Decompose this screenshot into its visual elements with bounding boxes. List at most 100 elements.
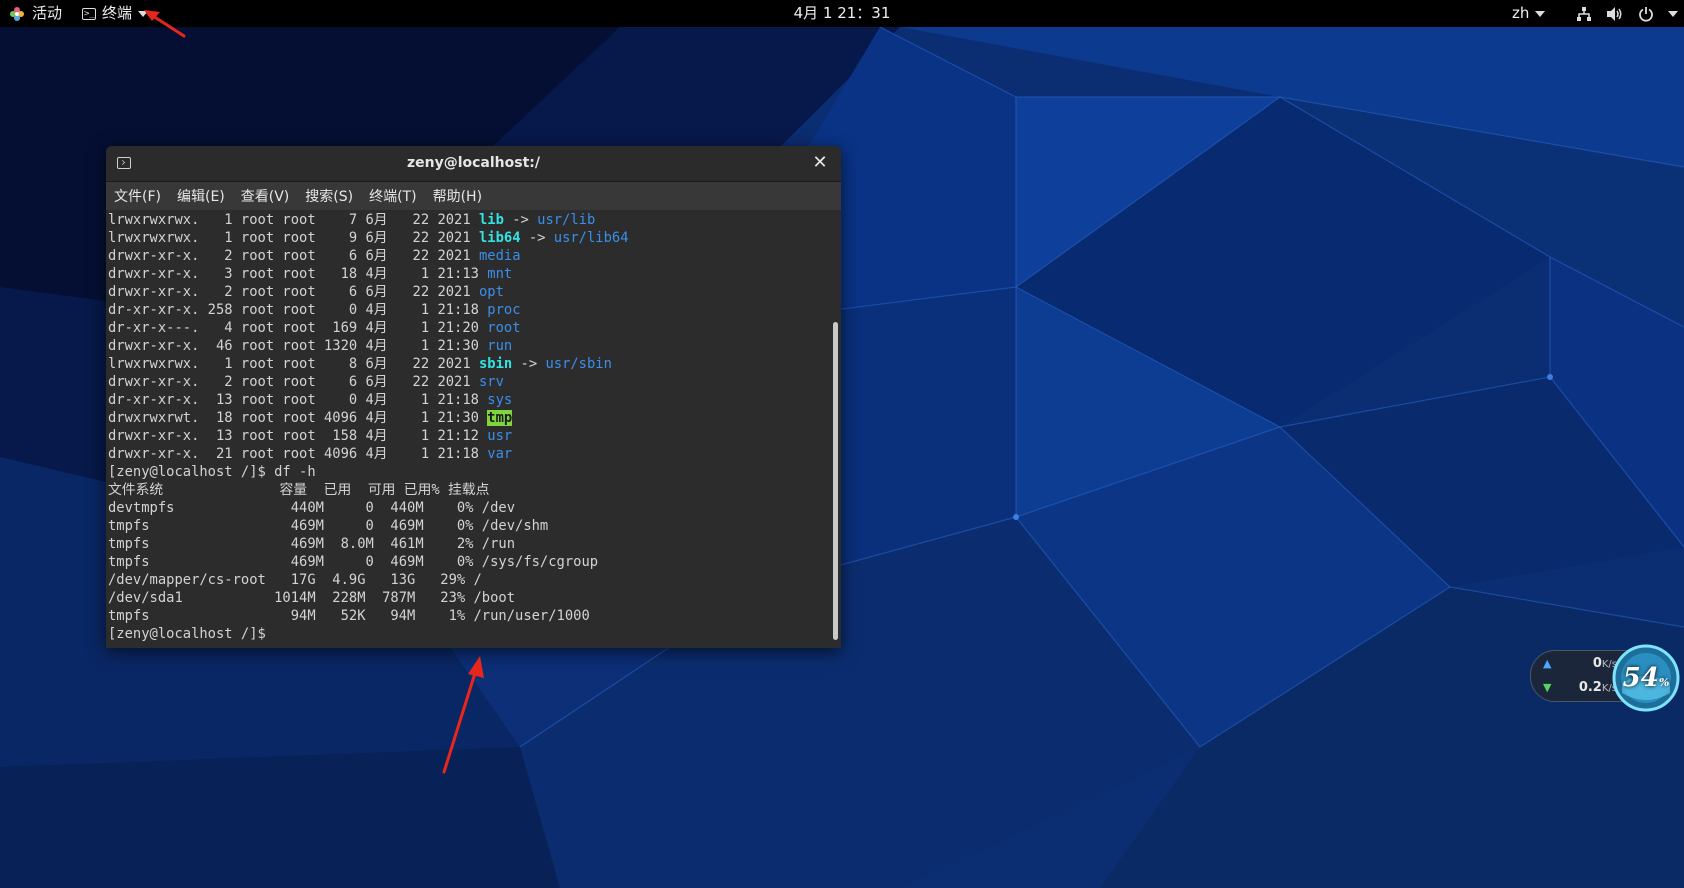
ls-name: sys bbox=[487, 392, 513, 408]
ls-meta: lrwxrwxrwx. 1 root root 9 6月 22 2021 bbox=[108, 230, 479, 246]
terminal-line: drwxr-xr-x. 21 root root 4096 4月 1 21:18… bbox=[108, 445, 629, 463]
system-tray[interactable] bbox=[1576, 0, 1678, 27]
memory-gauge[interactable]: 54% bbox=[1608, 643, 1684, 713]
annotation-arrow-icon bbox=[144, 10, 186, 38]
gauge-label: 54% bbox=[1608, 663, 1684, 693]
ls-link-target: usr/lib bbox=[537, 212, 596, 228]
terminal-command: [zeny@localhost /]$ df -h bbox=[108, 464, 316, 480]
ls-meta: drwxrwxrwt. 18 root root 4096 4月 1 21:30 bbox=[108, 410, 488, 426]
terminal-icon: >_ bbox=[82, 7, 96, 20]
terminal-output[interactable]: lrwxrwxrwx. 1 root root 7 6月 22 2021 lib… bbox=[106, 210, 829, 648]
annotation-arrow-icon bbox=[442, 656, 484, 774]
menu-search[interactable]: 搜索(S) bbox=[297, 186, 361, 206]
menu-terminal[interactable]: 终端(T) bbox=[361, 186, 424, 206]
terminal-window[interactable]: zeny@localhost:/ ✕ 文件(F) 编辑(E) 查看(V) 搜索(… bbox=[106, 146, 841, 648]
power-icon bbox=[1639, 6, 1653, 22]
df-row: /dev/mapper/cs-root 17G 4.9G 13G 29% / bbox=[108, 572, 482, 588]
ls-meta: drwxr-xr-x. 3 root root 18 4月 1 21:13 bbox=[108, 266, 488, 282]
ls-name: usr bbox=[487, 428, 513, 444]
menu-file[interactable]: 文件(F) bbox=[106, 186, 169, 206]
scrollbar-thumb[interactable] bbox=[833, 322, 838, 640]
ls-name: proc bbox=[487, 302, 521, 318]
ls-meta: drwxr-xr-x. 2 root root 6 6月 22 2021 bbox=[108, 284, 479, 300]
top-bar: 活动 >_ 终端 4月 1 21：31 zh bbox=[0, 0, 1684, 27]
window-title: zeny@localhost:/ bbox=[406, 155, 541, 171]
ls-meta: drwxr-xr-x. 2 root root 6 6月 22 2021 bbox=[108, 374, 479, 390]
gnome-flower-icon bbox=[10, 6, 24, 21]
terminal-line: lrwxrwxrwx. 1 root root 8 6月 22 2021 sbi… bbox=[108, 355, 629, 373]
terminal-prompt: [zeny@localhost /]$ bbox=[108, 626, 275, 642]
ls-name: var bbox=[487, 446, 513, 462]
activities-button[interactable]: 活动 bbox=[8, 0, 62, 27]
terminal-line: drwxr-xr-x. 3 root root 18 4月 1 21:13 mn… bbox=[108, 265, 629, 283]
arrow-up-icon: ▲ bbox=[1543, 657, 1552, 670]
net-speed-widget[interactable]: ▲ 0K/s ▼ 0.2K/s 54% bbox=[1530, 643, 1684, 713]
ls-name: lib64 bbox=[478, 230, 521, 246]
scrollbar[interactable] bbox=[830, 210, 841, 648]
window-titlebar[interactable]: zeny@localhost:/ ✕ bbox=[106, 146, 841, 182]
terminal-line: drwxr-xr-x. 13 root root 158 4月 1 21:12 … bbox=[108, 427, 629, 445]
ls-link-target: usr/sbin bbox=[545, 356, 612, 372]
terminal-line: drwxrwxrwt. 18 root root 4096 4月 1 21:30… bbox=[108, 409, 629, 427]
activities-label: 活动 bbox=[32, 4, 63, 22]
terminal-line: lrwxrwxrwx. 1 root root 7 6月 22 2021 lib… bbox=[108, 211, 629, 229]
ls-link-arrow: -> bbox=[503, 212, 538, 228]
df-row: tmpfs 94M 52K 94M 1% /run/user/1000 bbox=[108, 608, 590, 624]
input-language-menu[interactable]: zh bbox=[1512, 0, 1546, 27]
terminal-line: drwxr-xr-x. 2 root root 6 6月 22 2021 srv bbox=[108, 373, 629, 391]
chevron-down-icon bbox=[1668, 10, 1678, 17]
ls-meta: drwxr-xr-x. 13 root root 158 4月 1 21:12 bbox=[108, 428, 488, 444]
df-row: tmpfs 469M 8.0M 461M 2% /run bbox=[108, 536, 516, 552]
ls-meta: dr-xr-x---. 4 root root 169 4月 1 21:20 bbox=[108, 320, 488, 336]
df-row: tmpfs 469M 0 469M 0% /dev/shm bbox=[108, 518, 549, 534]
menu-help[interactable]: 帮助(H) bbox=[425, 186, 490, 206]
upload-value: 0 bbox=[1592, 656, 1602, 671]
app-menu-label: 终端 bbox=[102, 4, 133, 22]
chevron-down-icon bbox=[1535, 10, 1546, 17]
ls-name: opt bbox=[478, 284, 504, 300]
volume-icon bbox=[1607, 6, 1622, 21]
ls-meta: drwxr-xr-x. 21 root root 4096 4月 1 21:18 bbox=[108, 446, 488, 462]
ls-name: lib bbox=[478, 212, 504, 228]
ls-name: run bbox=[487, 338, 513, 354]
ls-meta: dr-xr-xr-x. 13 root root 0 4月 1 21:18 bbox=[108, 392, 488, 408]
ls-name: mnt bbox=[487, 266, 513, 282]
ls-name: root bbox=[487, 320, 521, 336]
df-row: devtmpfs 440M 0 440M 0% /dev bbox=[108, 500, 516, 516]
terminal-line: dr-xr-xr-x. 13 root root 0 4月 1 21:18 sy… bbox=[108, 391, 629, 409]
df-row: tmpfs 469M 0 469M 0% /sys/fs/cgroup bbox=[108, 554, 599, 570]
terminal-line: drwxr-xr-x. 46 root root 1320 4月 1 21:30… bbox=[108, 337, 629, 355]
ls-meta: lrwxrwxrwx. 1 root root 8 6月 22 2021 bbox=[108, 356, 479, 372]
ls-link-arrow: -> bbox=[512, 356, 546, 372]
ls-link-arrow: -> bbox=[520, 230, 554, 246]
terminal-line: dr-xr-xr-x. 258 root root 0 4月 1 21:18 p… bbox=[108, 301, 629, 319]
network-icon bbox=[1577, 6, 1591, 21]
df-row: /dev/sda1 1014M 228M 787M 23% /boot bbox=[108, 590, 516, 606]
clock-container: 4月 1 21：31 bbox=[0, 0, 1684, 27]
gauge-unit: % bbox=[1658, 676, 1670, 689]
app-menu-terminal[interactable]: >_ 终端 bbox=[82, 0, 149, 27]
ls-meta: drwxr-xr-x. 46 root root 1320 4月 1 21:30 bbox=[108, 338, 488, 354]
gauge-value: 54 bbox=[1622, 663, 1659, 693]
arrow-down-icon: ▼ bbox=[1543, 681, 1552, 694]
ls-meta: lrwxrwxrwx. 1 root root 7 6月 22 2021 bbox=[108, 212, 479, 228]
terminal-line: drwxr-xr-x. 2 root root 6 6月 22 2021 med… bbox=[108, 247, 629, 265]
ls-link-target: usr/lib64 bbox=[553, 230, 629, 246]
terminal-line: lrwxrwxrwx. 1 root root 9 6月 22 2021 lib… bbox=[108, 229, 629, 247]
menu-bar: 文件(F) 编辑(E) 查看(V) 搜索(S) 终端(T) 帮助(H) bbox=[106, 182, 841, 210]
ls-meta: dr-xr-xr-x. 258 root root 0 4月 1 21:18 bbox=[108, 302, 488, 318]
download-value: 0.2 bbox=[1578, 680, 1602, 695]
ls-name: tmp bbox=[487, 410, 513, 426]
df-header: 文件系统 容量 已用 可用 已用% 挂载点 bbox=[108, 482, 490, 498]
language-label: zh bbox=[1512, 4, 1530, 22]
clock-button[interactable]: 4月 1 21：31 bbox=[794, 0, 891, 27]
ls-name: sbin bbox=[478, 356, 513, 372]
ls-meta: drwxr-xr-x. 2 root root 6 6月 22 2021 bbox=[108, 248, 479, 264]
ls-name: srv bbox=[478, 374, 504, 390]
menu-edit[interactable]: 编辑(E) bbox=[169, 186, 233, 206]
terminal-line: drwxr-xr-x. 2 root root 6 6月 22 2021 opt bbox=[108, 283, 629, 301]
close-button[interactable]: ✕ bbox=[809, 152, 831, 174]
menu-view[interactable]: 查看(V) bbox=[233, 186, 298, 206]
ls-name: media bbox=[478, 248, 521, 264]
terminal-line: dr-xr-x---. 4 root root 169 4月 1 21:20 r… bbox=[108, 319, 629, 337]
